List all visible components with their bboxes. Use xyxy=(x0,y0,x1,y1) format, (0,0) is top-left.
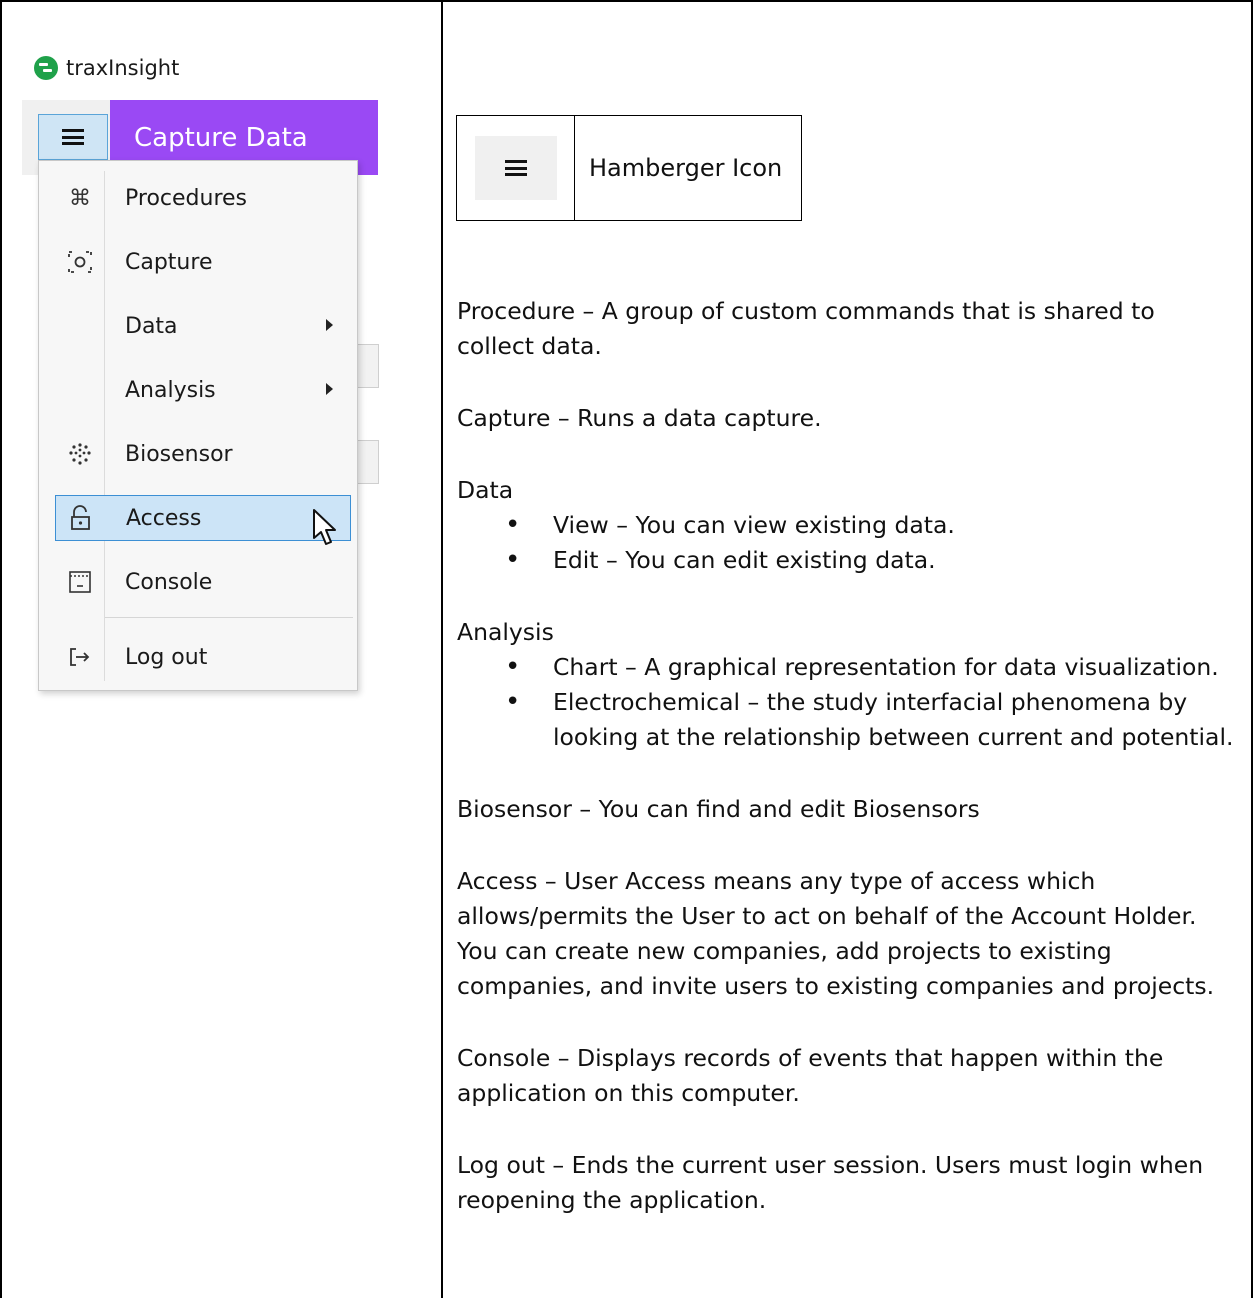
menu-item-access[interactable]: Access xyxy=(55,495,351,541)
navigation-menu: ⌘ Procedures Capture Data Analysis Biose… xyxy=(38,160,358,691)
menu-item-label: Analysis xyxy=(125,377,216,403)
table-column-divider xyxy=(441,0,443,1298)
icon-swatch xyxy=(474,136,557,200)
icon-legend-table: Hamberger Icon xyxy=(456,115,802,221)
menu-item-data[interactable]: Data xyxy=(55,303,351,349)
logout-icon xyxy=(55,645,105,669)
list-item: Edit – You can edit existing data. xyxy=(457,543,1243,578)
hamburger-menu-button[interactable] xyxy=(38,114,108,160)
list-item: Electrochemical – the study interfacial … xyxy=(457,685,1243,755)
menu-item-label: Procedures xyxy=(125,185,247,211)
menu-item-label: Access xyxy=(126,505,202,531)
submenu-arrow-icon xyxy=(326,319,333,331)
mouse-cursor-icon xyxy=(313,509,336,545)
menu-item-label: Biosensor xyxy=(125,441,233,467)
menu-item-label: Console xyxy=(125,569,213,595)
data-list: View – You can view existing data. Edit … xyxy=(457,508,1243,578)
list-item: View – You can view existing data. xyxy=(457,508,1243,543)
access-description: Access – User Access means any type of a… xyxy=(457,867,1215,1000)
procedure-description: Procedure – A group of custom commands t… xyxy=(457,297,1155,360)
menu-item-capture[interactable]: Capture xyxy=(55,239,351,285)
icon-legend-label: Hamberger Icon xyxy=(589,154,783,182)
menu-item-analysis[interactable]: Analysis xyxy=(55,367,351,413)
menu-item-biosensor[interactable]: Biosensor xyxy=(55,431,351,477)
table-top-border xyxy=(0,0,1253,2)
data-heading: Data xyxy=(457,476,514,504)
hamburger-icon xyxy=(504,160,527,176)
menu-item-label: Capture xyxy=(125,249,213,275)
icon-legend-cell xyxy=(457,116,575,220)
analysis-list: Chart – A graphical representation for d… xyxy=(457,650,1243,755)
app-title: traxInsight xyxy=(34,56,179,80)
console-description: Console – Displays records of events tha… xyxy=(457,1044,1164,1107)
menu-item-label: Log out xyxy=(125,644,208,670)
page-title: Capture Data xyxy=(134,122,308,153)
console-icon xyxy=(55,570,105,594)
app-name: traxInsight xyxy=(66,56,180,80)
list-item: Chart – A graphical representation for d… xyxy=(457,650,1243,685)
table-left-border xyxy=(0,0,2,1298)
biosensor-description: Biosensor – You can find and edit Biosen… xyxy=(457,795,980,823)
logout-description: Log out – Ends the current user session.… xyxy=(457,1151,1204,1214)
menu-item-logout[interactable]: Log out xyxy=(55,634,351,680)
hamburger-icon xyxy=(62,129,84,145)
capture-icon xyxy=(55,249,105,275)
menu-descriptions: Procedure – A group of custom commands t… xyxy=(457,294,1243,1218)
biosensor-icon xyxy=(55,441,105,467)
traxinsight-logo-icon xyxy=(34,56,58,80)
submenu-arrow-icon xyxy=(326,383,333,395)
menu-item-label: Data xyxy=(125,313,178,339)
command-icon: ⌘ xyxy=(69,185,91,211)
capture-description: Capture – Runs a data capture. xyxy=(457,404,822,432)
menu-item-console[interactable]: Console xyxy=(55,559,351,605)
analysis-heading: Analysis xyxy=(457,618,554,646)
menu-separator xyxy=(105,617,353,618)
unlock-icon xyxy=(56,505,106,531)
menu-item-procedures[interactable]: ⌘ Procedures xyxy=(55,175,351,221)
